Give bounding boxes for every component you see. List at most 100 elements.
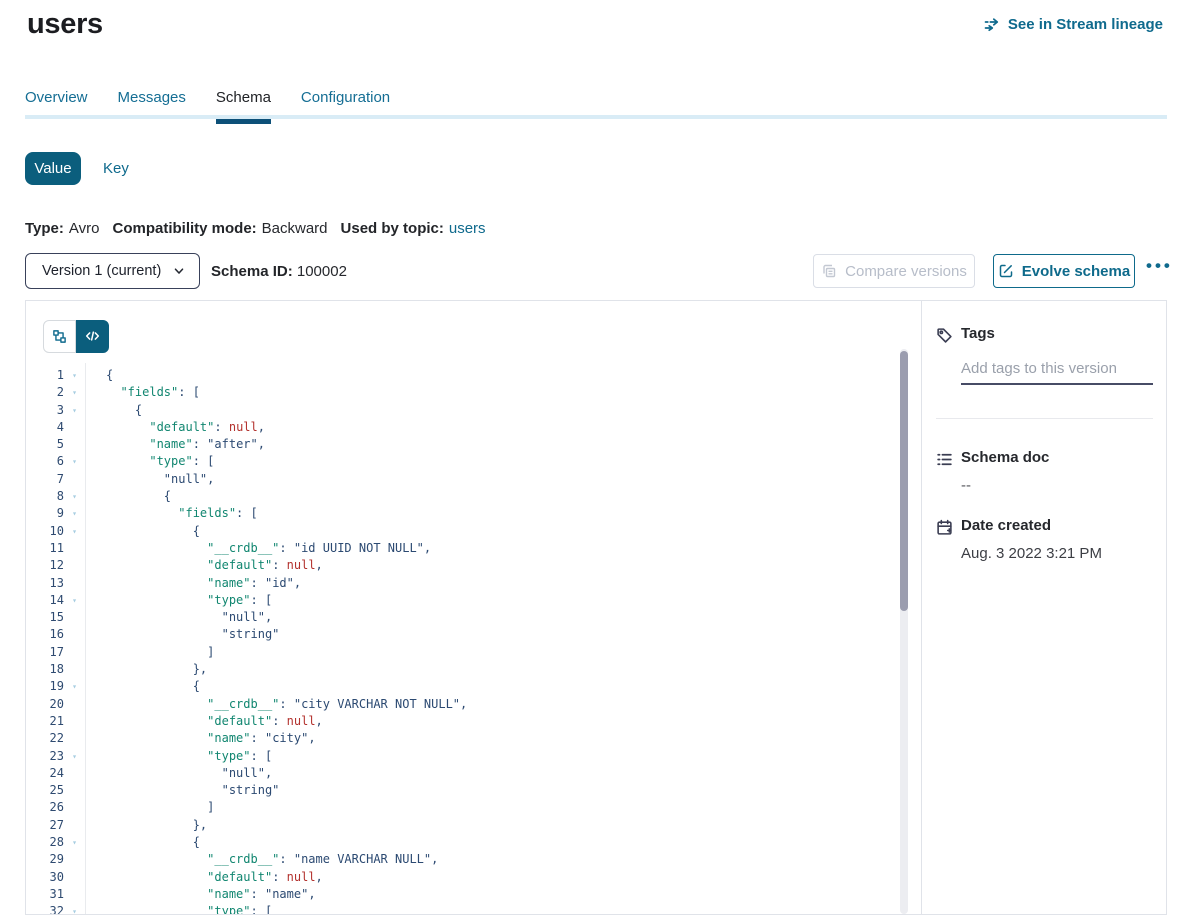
fold-spacer — [64, 471, 85, 488]
compatibility-value: Backward — [262, 220, 328, 237]
fold-spacer — [64, 540, 85, 557]
tree-view-button[interactable] — [43, 320, 76, 353]
value-toggle-button[interactable]: Value — [25, 152, 81, 185]
line-number: 30 — [26, 869, 64, 886]
code-text: "__crdb__": "id UUID NOT NULL", — [85, 540, 431, 557]
line-number: 12 — [26, 557, 64, 574]
page-title: users — [27, 8, 103, 41]
line-number: 5 — [26, 436, 64, 453]
compatibility-label: Compatibility mode: — [112, 220, 256, 237]
code-text: "default": null, — [85, 557, 323, 574]
see-in-stream-lineage-link[interactable]: See in Stream lineage — [983, 16, 1163, 33]
fold-spacer — [64, 661, 85, 678]
fold-arrow-icon[interactable]: ▾ — [64, 903, 85, 915]
evolve-schema-label: Evolve schema — [1022, 263, 1130, 280]
code-text: "string" — [85, 626, 279, 643]
fold-arrow-icon[interactable]: ▾ — [64, 834, 85, 851]
sidebar-divider — [936, 418, 1153, 419]
fold-spacer — [64, 730, 85, 747]
code-text: ] — [85, 644, 214, 661]
code-line: 20 "__crdb__": "city VARCHAR NOT NULL", — [26, 696, 1166, 713]
line-number: 8 — [26, 488, 64, 505]
tree-view-icon — [52, 329, 67, 344]
code-line: 19▾ { — [26, 678, 1166, 695]
code-text: "default": null, — [85, 419, 265, 436]
line-number: 31 — [26, 886, 64, 903]
topic-link[interactable]: users — [449, 220, 486, 237]
line-number: 24 — [26, 765, 64, 782]
type-value: Avro — [69, 220, 100, 237]
fold-spacer — [64, 557, 85, 574]
key-toggle-button[interactable]: Key — [103, 160, 129, 177]
code-text: "name": "name", — [85, 886, 316, 903]
type-label: Type: — [25, 220, 64, 237]
fold-spacer — [64, 626, 85, 643]
code-text: { — [85, 402, 142, 419]
evolve-schema-button[interactable]: Evolve schema — [993, 254, 1135, 288]
code-view-button[interactable] — [76, 320, 109, 353]
fold-spacer — [64, 817, 85, 834]
line-number: 17 — [26, 644, 64, 661]
fold-spacer — [64, 609, 85, 626]
tag-icon — [936, 327, 953, 344]
line-number: 19 — [26, 678, 64, 695]
code-scrollbar[interactable] — [900, 349, 908, 914]
code-line: 14▾ "type": [ — [26, 592, 1166, 609]
add-tags-input[interactable] — [961, 353, 1153, 385]
code-text: { — [85, 488, 171, 505]
code-line: 17 ] — [26, 644, 1166, 661]
code-line: 31 "name": "name", — [26, 886, 1166, 903]
used-by-topic-label: Used by topic: — [341, 220, 444, 237]
fold-arrow-icon[interactable]: ▾ — [64, 367, 85, 384]
code-text: ] — [85, 799, 214, 816]
code-text: "type": [ — [85, 592, 272, 609]
code-line: 15 "null", — [26, 609, 1166, 626]
line-number: 10 — [26, 523, 64, 540]
date-created-value: Aug. 3 2022 3:21 PM — [961, 545, 1102, 562]
code-line: 29 "__crdb__": "name VARCHAR NULL", — [26, 851, 1166, 868]
fold-arrow-icon[interactable]: ▾ — [64, 592, 85, 609]
line-number: 4 — [26, 419, 64, 436]
code-text: "null", — [85, 609, 272, 626]
code-line: 3▾ { — [26, 402, 1166, 419]
line-number: 2 — [26, 384, 64, 401]
code-text: "name": "city", — [85, 730, 316, 747]
line-number: 9 — [26, 505, 64, 522]
code-text: "name": "after", — [85, 436, 265, 453]
code-line: 28▾ { — [26, 834, 1166, 851]
fold-arrow-icon[interactable]: ▾ — [64, 678, 85, 695]
compare-versions-label: Compare versions — [845, 263, 967, 280]
pane-divider — [921, 301, 922, 914]
line-number: 26 — [26, 799, 64, 816]
compare-versions-button[interactable]: Compare versions — [813, 254, 975, 288]
lineage-link-label: See in Stream lineage — [1008, 16, 1163, 33]
more-options-icon[interactable]: ••• — [1146, 256, 1173, 276]
code-text: }, — [85, 661, 207, 678]
code-line: 16 "string" — [26, 626, 1166, 643]
code-text: "__crdb__": "name VARCHAR NULL", — [85, 851, 438, 868]
code-text: }, — [85, 817, 207, 834]
schema-id-label: Schema ID: — [211, 263, 293, 280]
line-number: 14 — [26, 592, 64, 609]
fold-arrow-icon[interactable]: ▾ — [64, 384, 85, 401]
fold-arrow-icon[interactable]: ▾ — [64, 453, 85, 470]
schema-panel: 1▾{2▾ "fields": [3▾ {4 "default": null,5… — [25, 300, 1167, 915]
line-number: 13 — [26, 575, 64, 592]
fold-arrow-icon[interactable]: ▾ — [64, 748, 85, 765]
code-line: 25 "string" — [26, 782, 1166, 799]
schema-doc-title: Schema doc — [961, 449, 1049, 466]
fold-arrow-icon[interactable]: ▾ — [64, 505, 85, 522]
code-line: 27 }, — [26, 817, 1166, 834]
code-text: "type": [ — [85, 453, 214, 470]
code-text: "fields": [ — [85, 384, 200, 401]
line-number: 15 — [26, 609, 64, 626]
fold-arrow-icon[interactable]: ▾ — [64, 488, 85, 505]
fold-arrow-icon[interactable]: ▾ — [64, 523, 85, 540]
code-line: 7 "null", — [26, 471, 1166, 488]
version-select[interactable]: Version 1 (current) — [25, 253, 200, 289]
schema-id: Schema ID: 100002 — [211, 263, 347, 280]
fold-arrow-icon[interactable]: ▾ — [64, 402, 85, 419]
code-line: 13 "name": "id", — [26, 575, 1166, 592]
code-text: "string" — [85, 782, 279, 799]
code-scrollbar-thumb[interactable] — [900, 351, 908, 611]
